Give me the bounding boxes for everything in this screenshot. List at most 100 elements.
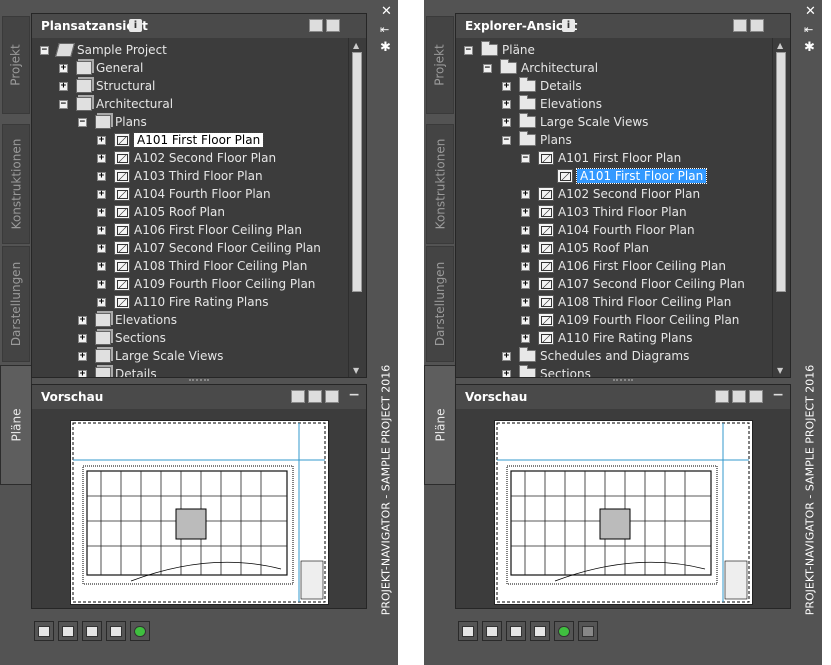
tab-plaene[interactable]: Pläne [424,365,456,485]
expand-node-icon[interactable]: + [78,333,87,343]
sheet-list-table-icon[interactable] [106,621,126,641]
refresh-icon[interactable] [554,621,574,641]
info-icon[interactable]: i [562,19,575,32]
publish-icon[interactable] [82,621,102,641]
expand-node-icon[interactable]: + [521,261,530,271]
explorer-tree[interactable]: − Pläne − Architectural + Details + Elevations +… [456,38,769,377]
expand-node-icon[interactable]: + [502,351,511,361]
tree-row[interactable]: + A105 Roof Plan [521,239,649,257]
tree-row[interactable]: − Architectural [59,95,173,113]
tree-row[interactable]: A101 First Floor Plan [540,167,708,185]
tree-row[interactable]: + Sections [502,365,591,377]
expand-node-icon[interactable]: + [97,153,106,163]
expand-node-icon[interactable]: + [521,333,530,343]
tree-row[interactable]: + Sections [78,329,166,347]
view-toggle-icon[interactable] [733,19,747,32]
scroll-up-icon[interactable]: ▲ [353,41,359,50]
tree-row[interactable]: + Large Scale Views [78,347,223,365]
tree-row[interactable]: + A107 Second Floor Ceiling Plan [97,239,321,257]
preview-settings-icon[interactable] [291,390,305,403]
tree-row[interactable]: + A109 Fourth Floor Ceiling Plan [521,311,739,329]
tree-row[interactable]: + Large Scale Views [502,113,648,131]
tree-row[interactable]: − A101 First Floor Plan [521,149,681,167]
tree-row[interactable]: + A108 Third Floor Ceiling Plan [521,293,731,311]
tree-row[interactable]: + A107 Second Floor Ceiling Plan [521,275,745,293]
palette-title-bar[interactable]: ✕ ⇤ ✱ PROJEKT-NAVIGATOR - SAMPLE PROJECT… [373,0,398,665]
tree-row[interactable]: + A105 Roof Plan [97,203,225,221]
new-sheet-icon[interactable] [58,621,78,641]
preview-details-icon[interactable] [732,390,746,403]
expand-node-icon[interactable]: + [502,117,511,127]
collapse-node-icon[interactable]: − [502,135,511,145]
collapse-node-icon[interactable]: − [464,45,473,55]
scrollbar-thumb[interactable] [352,52,362,292]
tree-row[interactable]: − Plans [502,131,572,149]
expand-node-icon[interactable]: + [97,225,106,235]
expand-node-icon[interactable]: + [521,297,530,307]
expand-node-icon[interactable]: + [97,189,106,199]
tree-row[interactable]: − Pläne [464,41,535,59]
tab-darstellungen[interactable]: Darstellungen [426,246,454,362]
expand-node-icon[interactable]: + [521,315,530,325]
palette-title-bar[interactable]: ✕ ⇤ ✱ PROJEKT-NAVIGATOR - SAMPLE PROJECT… [797,0,822,665]
auto-hide-icon[interactable]: ⇤ [804,23,813,36]
preview-settings-icon[interactable] [715,390,729,403]
collapse-node-icon[interactable]: − [78,117,87,127]
expand-node-icon[interactable]: + [521,243,530,253]
tree-row[interactable]: + A110 Fire Rating Plans [97,293,268,311]
tab-projekt[interactable]: Projekt [426,16,454,114]
tree-row[interactable]: + A110 Fire Rating Plans [521,329,692,347]
tree-row[interactable]: − Sample Project [40,41,167,59]
expand-node-icon[interactable]: + [97,279,106,289]
tree-row[interactable]: + A106 First Floor Ceiling Plan [97,221,302,239]
collapse-node-icon[interactable]: − [40,45,49,55]
expand-node-icon[interactable]: + [78,351,87,361]
properties-gear-icon[interactable]: ✱ [380,40,391,55]
refresh-icon[interactable] [130,621,150,641]
preview-image-icon[interactable] [325,390,339,403]
tree-row[interactable]: + A104 Fourth Floor Plan [521,221,695,239]
expand-node-icon[interactable]: + [502,99,511,109]
scroll-down-icon[interactable]: ▼ [777,366,783,375]
expand-node-icon[interactable]: + [502,81,511,91]
collapse-node-icon[interactable]: − [483,63,492,73]
tree-row[interactable]: − Plans [78,113,147,131]
tree-row[interactable]: + A106 First Floor Ceiling Plan [521,257,726,275]
tree-row[interactable]: + A109 Fourth Floor Ceiling Plan [97,275,315,293]
auto-hide-icon[interactable]: ⇤ [380,23,389,36]
tree-vertical-scrollbar[interactable]: ▲ ▼ [348,38,366,377]
expand-node-icon[interactable]: + [97,207,106,217]
tab-projekt[interactable]: Projekt [2,16,30,114]
expand-node-icon[interactable]: + [97,261,106,271]
tree-vertical-scrollbar[interactable]: ▲ ▼ [772,38,790,377]
publish-icon[interactable] [506,621,526,641]
tree-row[interactable]: + A104 Fourth Floor Plan [97,185,271,203]
tree-row[interactable]: + Elevations [78,311,177,329]
tree-row[interactable]: + A103 Third Floor Plan [521,203,687,221]
collapse-icon[interactable]: − [348,387,360,403]
tree-row[interactable]: + A108 Third Floor Ceiling Plan [97,257,307,275]
expand-node-icon[interactable]: + [97,243,106,253]
tree-row[interactable]: − Architectural [483,59,598,77]
collapse-icon[interactable]: − [772,387,784,403]
view-mode-icon[interactable] [750,19,764,32]
new-file-icon[interactable] [482,621,502,641]
tab-konstruktionen[interactable]: Konstruktionen [426,124,454,244]
tab-darstellungen[interactable]: Darstellungen [2,246,30,362]
tree-row[interactable]: + General [59,59,143,77]
sheet-set-properties-icon[interactable] [34,621,54,641]
expand-node-icon[interactable]: + [78,369,87,377]
expand-node-icon[interactable]: + [97,171,106,181]
expand-node-icon[interactable]: + [97,297,106,307]
close-icon[interactable]: ✕ [381,4,392,19]
tree-row[interactable]: + Details [502,77,582,95]
tree-row[interactable]: + Elevations [502,95,602,113]
tree-row[interactable]: + A102 Second Floor Plan [521,185,700,203]
tree-row[interactable]: + Details [78,365,157,377]
sheet-list-table-icon[interactable] [530,621,550,641]
tree-row[interactable]: + A103 Third Floor Plan [97,167,263,185]
expand-node-icon[interactable]: + [78,315,87,325]
view-toggle-icon[interactable] [309,19,323,32]
tree-row[interactable]: + Structural [59,77,155,95]
tab-plaene[interactable]: Pläne [0,365,32,485]
